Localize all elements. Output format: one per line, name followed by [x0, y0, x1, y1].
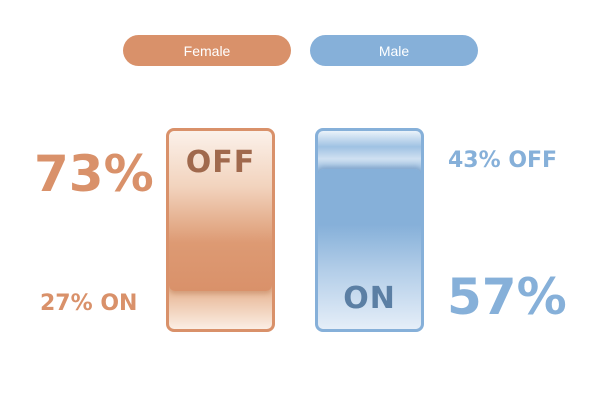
male-on-percentage: 57%	[447, 268, 567, 326]
male-switch-state-label: ON	[343, 281, 396, 316]
male-off-percentage: 43% OFF	[448, 148, 558, 173]
legend-female-pill: Female	[123, 35, 291, 66]
female-rocker-switch: OFF	[166, 128, 275, 332]
female-on-percentage: 27% ON	[40, 291, 138, 316]
legend-male-pill: Male	[310, 35, 478, 66]
female-switch-state-label: OFF	[185, 145, 256, 180]
female-off-percentage: 73%	[34, 145, 154, 203]
male-rocker-switch: ON	[315, 128, 424, 332]
